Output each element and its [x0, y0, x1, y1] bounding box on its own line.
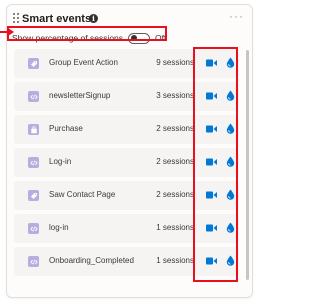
card-title: Smart events	[22, 13, 92, 25]
actions-highlight-box	[193, 47, 238, 282]
session-count: 9 sessions	[156, 58, 194, 67]
drag-handle-icon[interactable]	[13, 13, 19, 23]
scrollbar[interactable]	[246, 50, 249, 280]
session-count: 1 sessions	[156, 256, 194, 265]
session-count: 2 sessions	[156, 124, 194, 133]
code-icon	[28, 223, 39, 234]
event-name: Saw Contact Page	[49, 190, 116, 199]
event-name: newsletterSignup	[49, 91, 111, 100]
session-count: 3 sessions	[156, 91, 194, 100]
session-count: 1 sessions	[156, 223, 194, 232]
session-count: 2 sessions	[156, 190, 194, 199]
more-options-icon[interactable]: ···	[229, 9, 244, 23]
tag-icon	[28, 58, 39, 69]
event-name: Purchase	[49, 124, 83, 133]
code-icon	[28, 91, 39, 102]
event-name: log-in	[49, 223, 69, 232]
session-count: 2 sessions	[156, 157, 194, 166]
toggle-highlight-box	[7, 26, 167, 41]
bag-icon	[28, 124, 39, 135]
tag-icon	[28, 190, 39, 201]
code-icon	[28, 256, 39, 267]
info-icon[interactable]: i	[89, 14, 98, 23]
code-icon	[28, 157, 39, 168]
event-name: Log-in	[49, 157, 72, 166]
event-name: Group Event Action	[49, 58, 118, 67]
event-name: Onboarding_Completed	[49, 256, 134, 265]
